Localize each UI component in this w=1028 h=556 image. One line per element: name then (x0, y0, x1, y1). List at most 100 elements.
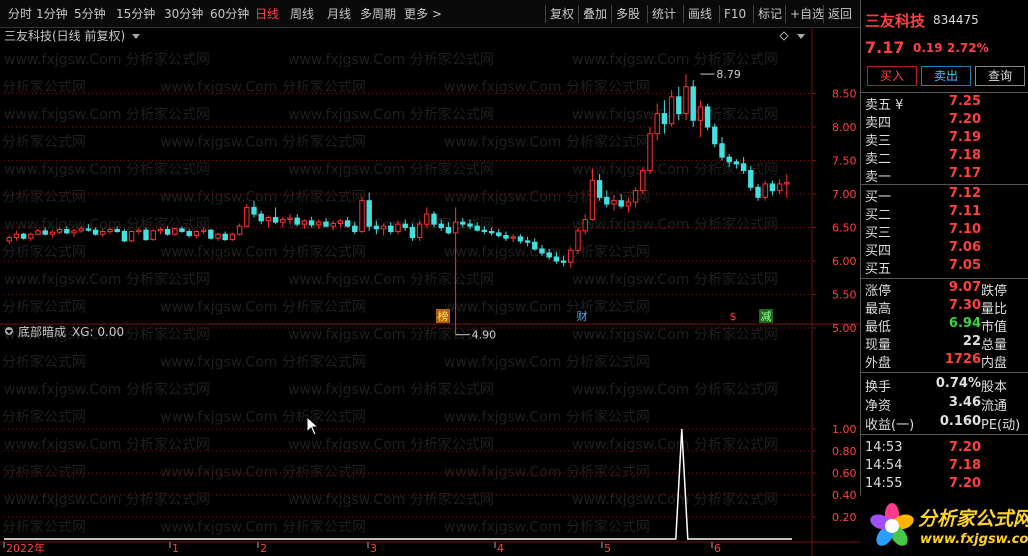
candle-up (71, 230, 77, 234)
candle-down (546, 252, 552, 258)
candle-down (618, 200, 624, 207)
stat-row: 现量 22 总量 (861, 334, 1028, 353)
stat-label: 市值 (981, 320, 1008, 335)
buy-button[interactable]: 买入 (867, 66, 917, 86)
bid-row: 买一 7.12 (861, 186, 1028, 205)
period-tab[interactable]: 1分钟 (36, 0, 68, 28)
toolbar-button[interactable]: 标记 (758, 0, 782, 28)
event-marker[interactable]: 减 (761, 310, 772, 323)
stat-row: 外盘 1726 内盘 (861, 352, 1028, 371)
ask-row: 卖二 7.18 (861, 148, 1028, 167)
tick-price: 7.20 (948, 440, 981, 455)
candle-up (150, 230, 156, 241)
bid-label: 买一 (865, 190, 892, 205)
price-tick-label: 7.50 (832, 155, 857, 168)
period-tab[interactable]: 30分钟 (164, 0, 203, 28)
candle-down (604, 196, 610, 205)
divider (861, 278, 1028, 279)
ask-label: 卖二 (865, 152, 892, 167)
query-button[interactable]: 查询 (975, 66, 1025, 86)
divider (861, 372, 1028, 373)
candle-up (625, 201, 632, 207)
tick-price: 7.18 (948, 458, 981, 473)
ask-row: 卖三 7.19 (861, 130, 1028, 149)
candle-up (582, 218, 588, 232)
watermark-text: www.fxjgsw.Com 分析家公式网 (288, 381, 494, 398)
toolbar-separator (578, 5, 579, 23)
period-tab[interactable]: 5分钟 (74, 0, 106, 28)
price-change-pct: 2.72% (947, 41, 989, 55)
candle-up (337, 220, 344, 224)
event-marker[interactable]: 榜 (438, 309, 449, 323)
period-tab[interactable]: 分时 (8, 0, 32, 28)
candle-up (316, 221, 322, 226)
price-change: 0.19 (913, 41, 943, 55)
watermark-text: www.fxjgsw.Com 分析家公式网 (0, 354, 86, 371)
toolbar-button[interactable]: 返回 (828, 0, 852, 28)
stat-label: 最低 (865, 320, 892, 335)
toolbar-button[interactable]: 复权 (550, 0, 574, 28)
bid-price: 7.05 (948, 258, 981, 273)
candle-up (78, 228, 84, 232)
toolbar-separator (753, 5, 754, 23)
tick-row[interactable]: 14:53 7.20 (861, 440, 1028, 458)
indicator-tick-label: 0.60 (832, 467, 857, 480)
period-tab[interactable]: 日线 (255, 0, 279, 28)
x-tick-label: 2022年 (6, 541, 45, 555)
period-tab[interactable]: 15分钟 (116, 0, 155, 28)
watermark-text: www.fxjgsw.Com 分析家公式网 (0, 189, 86, 206)
site-logo: 分析家公式网 www.fxjgsw.com (860, 496, 1028, 556)
toolbar-separator (647, 5, 648, 23)
watermark-text: www.fxjgsw.Com 分析家公式网 (4, 161, 210, 178)
toolbar-button[interactable]: F10 (724, 0, 746, 28)
toolbar-button[interactable]: 叠加 (583, 0, 607, 28)
watermark-text: www.fxjgsw.Com 分析家公式网 (288, 436, 494, 453)
watermark-text: www.fxjgsw.Com 分析家公式网 (288, 491, 494, 508)
candle-up (611, 200, 617, 205)
kline-chart[interactable]: www.fxjgsw.Com 分析家公式网 www.fxjgsw.Com 分析家公… (0, 28, 860, 556)
period-tab[interactable]: 更多 > (404, 0, 442, 28)
watermark-text: www.fxjgsw.Com 分析家公式网 (160, 409, 366, 426)
toolbar-button[interactable]: 多股 (616, 0, 640, 28)
tick-row[interactable]: 14:54 7.18 (861, 458, 1028, 476)
candle-down (539, 248, 545, 254)
toolbar-button[interactable]: 统计 (652, 0, 676, 28)
candle-down (712, 126, 718, 145)
tick-time: 14:54 (865, 458, 903, 473)
stat-label: 总量 (981, 338, 1008, 353)
candle-up (157, 229, 164, 232)
sell-button[interactable]: 卖出 (921, 66, 971, 86)
period-tab[interactable]: 多周期 (360, 0, 396, 28)
high-label: 8.79 (716, 68, 741, 81)
ask-price: 7.18 (948, 148, 981, 163)
candle-up (49, 231, 56, 235)
bid-row: 买五 7.05 (861, 258, 1028, 277)
candle-down (186, 231, 192, 237)
candle-up (683, 86, 689, 115)
watermark-text: www.fxjgsw.Com 分析家公式网 (160, 134, 366, 151)
watermark-text: www.fxjgsw.Com 分析家公式网 (0, 464, 86, 481)
ask-price: 7.17 (948, 166, 981, 181)
candle-down (114, 229, 120, 233)
watermark-text: www.fxjgsw.Com 分析家公式网 (0, 299, 86, 316)
toolbar-button[interactable]: 画线 (688, 0, 712, 28)
period-tab[interactable]: 周线 (290, 0, 314, 28)
stat-label: 外盘 (865, 356, 892, 371)
candle-down (532, 241, 538, 250)
period-tab[interactable]: 60分钟 (210, 0, 249, 28)
event-marker[interactable]: 财 (577, 309, 588, 323)
stat-row: 最高 7.30 量比 (861, 298, 1028, 317)
toolbar-button[interactable]: +自选 (790, 0, 824, 28)
indicator-title: 底部暗成 (18, 324, 66, 339)
watermark-text: www.fxjgsw.Com 分析家公式网 (572, 436, 778, 453)
candle-down (517, 236, 524, 242)
period-tab[interactable]: 月线 (327, 0, 351, 28)
candle-up (776, 183, 783, 192)
candle-up (424, 213, 430, 225)
candle-up (330, 222, 336, 227)
watermark-text: www.fxjgsw.Com 分析家公式网 (160, 189, 366, 206)
tick-row[interactable]: 14:55 7.20 (861, 476, 1028, 494)
watermark-text: www.fxjgsw.Com 分析家公式网 (160, 299, 366, 316)
stat-value: 6.94 (948, 316, 981, 331)
event-marker[interactable]: $ (730, 310, 737, 323)
